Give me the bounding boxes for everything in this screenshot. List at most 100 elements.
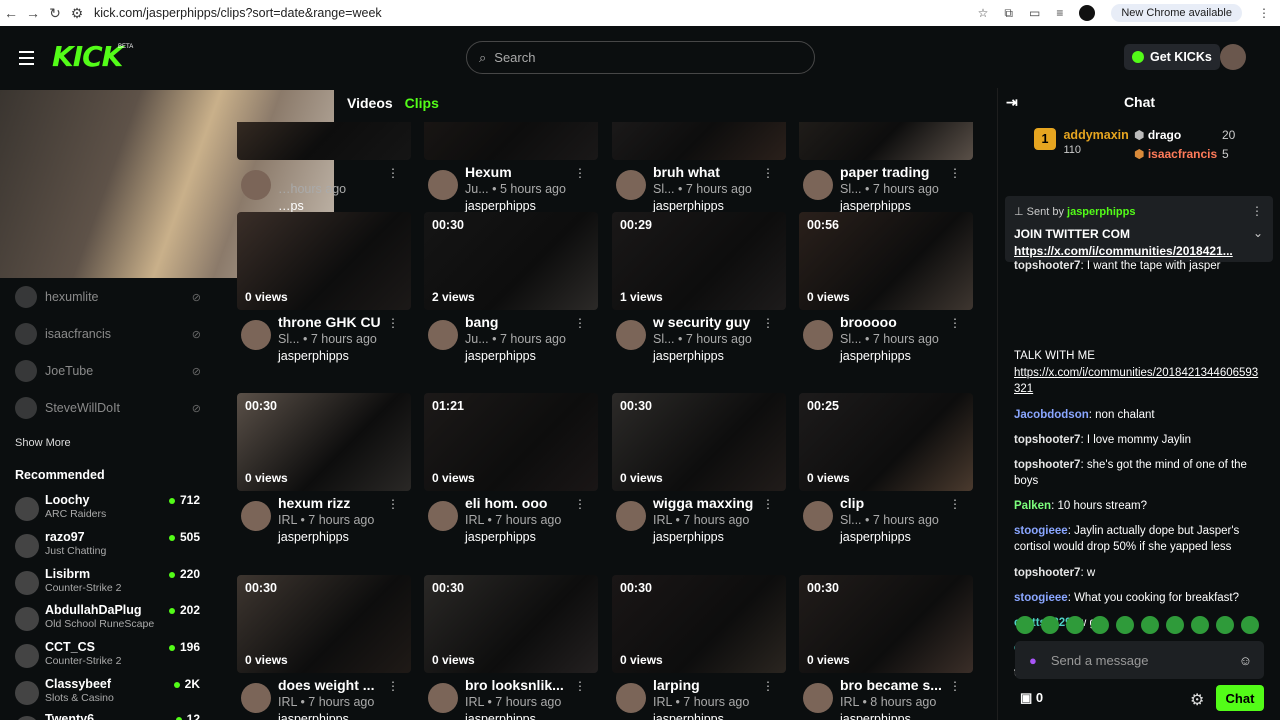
chat-username[interactable]: topshooter7 (1014, 567, 1080, 579)
kicks-counter[interactable]: ▣ 0 (1020, 690, 1043, 706)
kick-logo[interactable]: KICK (52, 40, 123, 73)
clip-channel[interactable]: jasperphipps (653, 349, 724, 363)
clip-card[interactable]: 00:30 0 views bro looksnlik... IRL • 7 hour… (424, 575, 598, 720)
clip-thumbnail[interactable]: 00:56 0 views (799, 212, 973, 310)
more-icon[interactable]: ⋮ (387, 679, 399, 693)
chat-username[interactable]: topshooter7 (1014, 434, 1080, 446)
more-icon[interactable]: ⋮ (949, 497, 961, 511)
clip-card[interactable]: 00:30 0 views hexum rizz IRL • 7 hours ago j… (237, 393, 411, 551)
clip-card[interactable]: 00:29 1 views w security guy Sl... • 7 hour… (612, 212, 786, 370)
emote-icon[interactable] (1216, 616, 1234, 634)
pinned-message[interactable]: ⊥ Sent by jasperphipps JOIN TWITTER COM … (1005, 196, 1273, 262)
emote-icon[interactable] (1116, 616, 1134, 634)
clip-channel[interactable]: …ps (278, 199, 304, 213)
clip-title[interactable]: clip (840, 495, 960, 511)
pinned-link[interactable]: https://x.com/i/communities/2018421... (1014, 244, 1233, 258)
more-icon[interactable]: ⋮ (1251, 204, 1263, 218)
bookmark-star-icon[interactable]: ☆ (978, 6, 989, 20)
following-item[interactable]: hexumlite ⊘ (15, 286, 201, 308)
clip-thumbnail[interactable]: 00:30 0 views (799, 575, 973, 673)
recommended-item[interactable]: Classybeef Slots & Casino 2K (15, 677, 200, 711)
emote-icon[interactable] (1141, 616, 1159, 634)
more-icon[interactable]: ⋮ (574, 316, 586, 330)
clip-title[interactable]: throne GHK CU (278, 314, 398, 330)
reload-icon[interactable]: ↻ (44, 5, 66, 22)
microphone-icon[interactable]: ● (1029, 653, 1037, 668)
avatar[interactable] (616, 320, 646, 350)
clip-channel[interactable]: jasperphipps (465, 199, 536, 213)
more-icon[interactable]: ⋮ (574, 679, 586, 693)
recommended-item[interactable]: AbdullahDaPlug Old School RuneScape 202 (15, 603, 200, 637)
chat-username[interactable]: stoogieee (1014, 592, 1068, 604)
more-icon[interactable]: ⋮ (387, 166, 399, 180)
clip-thumbnail[interactable]: 00:30 0 views (237, 393, 411, 491)
clip-title[interactable]: w security guy (653, 314, 773, 330)
more-icon[interactable]: ⋮ (949, 679, 961, 693)
chat-username[interactable]: topshooter7 (1014, 260, 1080, 272)
more-icon[interactable]: ⋮ (387, 497, 399, 511)
clip-title[interactable]: does weight ... (278, 677, 398, 693)
recommended-item[interactable]: Lisibrm Counter-Strike 2 220 (15, 567, 200, 601)
collapse-chat-icon[interactable]: ⇥ (1006, 94, 1018, 111)
avatar[interactable] (241, 501, 271, 531)
emote-icon[interactable] (1066, 616, 1084, 634)
clip-channel[interactable]: jasperphipps (840, 349, 911, 363)
clip-thumbnail[interactable] (424, 122, 598, 160)
clip-thumbnail[interactable] (799, 122, 973, 160)
leader-name[interactable]: addymaxin (1063, 128, 1128, 142)
avatar[interactable] (803, 320, 833, 350)
more-icon[interactable]: ⋮ (949, 316, 961, 330)
clip-channel[interactable]: jasperphipps (465, 530, 536, 544)
clip-thumbnail[interactable] (612, 122, 786, 160)
clip-title[interactable]: hexum rizz (278, 495, 398, 511)
avatar[interactable] (616, 170, 646, 200)
emote-icon[interactable] (1166, 616, 1184, 634)
chat-username[interactable]: Palken (1014, 500, 1051, 512)
avatar[interactable] (241, 320, 271, 350)
more-icon[interactable]: ⋮ (574, 166, 586, 180)
clip-title[interactable]: brooooo (840, 314, 960, 330)
clip-title[interactable]: bang (465, 314, 585, 330)
clip-card[interactable]: Hexum Ju... • 5 hours ago jasperphipps ⋮ (424, 122, 598, 220)
media-icon[interactable]: ≡ (1056, 6, 1063, 20)
clip-title[interactable]: bro became s... (840, 677, 960, 693)
clip-title[interactable]: wigga maxxing (653, 495, 773, 511)
clip-card[interactable]: 00:30 0 views wigga maxxing IRL • 7 hours a… (612, 393, 786, 551)
chat-username[interactable]: topshooter7 (1014, 459, 1080, 471)
more-icon[interactable]: ⋮ (762, 497, 774, 511)
menu-dots-icon[interactable]: ⋮ (1258, 6, 1270, 20)
more-icon[interactable]: ⋮ (762, 166, 774, 180)
chat-username[interactable]: Jacobdodson (1014, 409, 1089, 421)
user-avatar[interactable] (1220, 44, 1246, 70)
clip-card[interactable]: 00:30 0 views does weight ... IRL • 7 hours… (237, 575, 411, 720)
emote-icon[interactable] (1191, 616, 1209, 634)
recommended-item[interactable]: razo97 Just Chatting 505 (15, 530, 200, 564)
search-input[interactable]: ⌕ Search (466, 41, 815, 74)
clip-channel[interactable]: jasperphipps (278, 530, 349, 544)
clip-title[interactable]: bro looksnlik... (465, 677, 585, 693)
clip-thumbnail[interactable]: 0 views (237, 212, 411, 310)
recommended-item[interactable]: Loochy ARC Raiders 712 (15, 493, 200, 527)
clip-card[interactable]: paper trading Sl... • 7 hours ago jasperph… (799, 122, 973, 220)
settings-icon[interactable]: ⚙ (1190, 690, 1204, 710)
clip-thumbnail[interactable]: 00:30 0 views (612, 393, 786, 491)
clip-channel[interactable]: jasperphipps (840, 530, 911, 544)
clip-title[interactable]: Hexum (465, 164, 585, 180)
clip-thumbnail[interactable]: 00:30 0 views (424, 575, 598, 673)
avatar[interactable] (241, 683, 271, 713)
clip-thumbnail[interactable]: 00:29 1 views (612, 212, 786, 310)
emote-icon[interactable] (1091, 616, 1109, 634)
avatar[interactable] (616, 683, 646, 713)
leader-name[interactable]: isaacfrancis (1148, 147, 1217, 161)
clip-title[interactable]: bruh what (653, 164, 773, 180)
clip-channel[interactable]: jasperphipps (278, 712, 349, 720)
recommended-item[interactable]: Twenty6 12 (15, 712, 200, 720)
clip-card[interactable]: 00:25 0 views clip Sl... • 7 hours ago jaspe… (799, 393, 973, 551)
clip-channel[interactable]: jasperphipps (840, 199, 911, 213)
get-kicks-button[interactable]: Get KICKs (1124, 44, 1220, 70)
back-icon[interactable]: ← (0, 5, 22, 21)
clip-card[interactable]: 01:21 0 views eli hom. ooo IRL • 7 hours ag… (424, 393, 598, 551)
emote-icon[interactable] (1016, 616, 1034, 634)
clip-title[interactable]: larping (653, 677, 773, 693)
clip-channel[interactable]: jasperphipps (653, 712, 724, 720)
